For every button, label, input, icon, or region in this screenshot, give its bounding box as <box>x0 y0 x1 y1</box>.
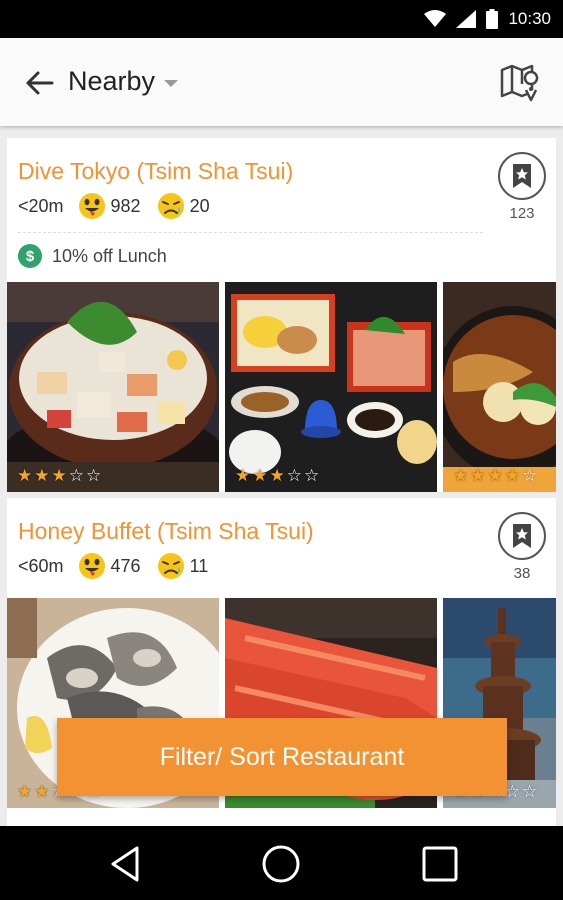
location-dropdown[interactable]: Nearby <box>68 66 179 97</box>
wifi-icon <box>424 10 447 27</box>
star-filled-icon: ★ <box>470 466 486 485</box>
rating-stars: ★ ★ ★ ★ ☆ <box>453 467 537 484</box>
distance: <20m <box>18 195 64 216</box>
sad-face-icon <box>157 553 184 579</box>
rating-stars: ★ ★ ★ ☆ ☆ <box>17 467 101 484</box>
distance: <60m <box>18 555 64 576</box>
happy-face-icon <box>78 193 105 219</box>
arrow-left-icon[interactable] <box>22 66 56 100</box>
star-filled-icon: ★ <box>269 466 285 485</box>
food-photo[interactable]: ★ ★ ★ ☆ ☆ <box>7 282 219 492</box>
star-filled-icon: ★ <box>51 466 67 485</box>
restaurant-meta: <20m 982 20 <box>18 192 226 220</box>
app-bar: Nearby <box>0 38 563 126</box>
star-filled-icon: ★ <box>17 466 33 485</box>
happy-face-icon <box>78 553 105 579</box>
star-filled-icon: ★ <box>235 466 251 485</box>
map-icon[interactable] <box>499 62 541 104</box>
star-empty-icon: ☆ <box>68 466 84 485</box>
deal-text: 10% off Lunch <box>52 245 167 266</box>
dollar-icon: $ <box>18 244 42 268</box>
restaurant-meta: <60m 476 11 <box>18 552 224 580</box>
sad-face-icon <box>157 193 184 219</box>
deal-offer[interactable]: $ 10% off Lunch <box>18 244 167 268</box>
photo-strip[interactable]: ★ ★ ★ ☆ ☆ ★ ★ ★ ☆ ☆ ★ ★ ★ ★ ☆ <box>7 282 556 492</box>
star-filled-icon: ★ <box>504 466 520 485</box>
star-filled-icon: ★ <box>34 466 50 485</box>
food-photo[interactable]: ★ ★ ★ ☆ ☆ <box>225 282 437 492</box>
star-empty-icon: ☆ <box>286 466 302 485</box>
nav-recents-icon[interactable] <box>420 844 460 884</box>
bookmark-count: 123 <box>509 205 535 222</box>
bookmark-button[interactable] <box>498 152 546 200</box>
divider <box>18 232 483 233</box>
nav-home-icon[interactable] <box>261 844 301 884</box>
star-filled-icon: ★ <box>17 782 33 801</box>
page-title: Nearby <box>68 66 156 96</box>
nav-back-icon[interactable] <box>105 844 145 884</box>
caret-down-icon <box>164 80 179 87</box>
dislikes-count: 11 <box>189 555 209 576</box>
bookmark-icon <box>513 524 531 548</box>
likes-count: 476 <box>110 555 141 576</box>
star-empty-icon: ☆ <box>504 782 520 801</box>
bookmark-icon <box>513 164 531 188</box>
star-filled-icon: ★ <box>487 466 503 485</box>
dislikes-count: 20 <box>189 195 210 216</box>
likes-count: 982 <box>110 195 141 216</box>
battery-icon <box>486 9 499 29</box>
restaurant-name[interactable]: Dive Tokyo (Tsim Sha Tsui) <box>18 158 293 185</box>
star-empty-icon: ☆ <box>86 466 102 485</box>
signal-icon <box>456 10 477 28</box>
restaurant-card[interactable]: Dive Tokyo (Tsim Sha Tsui) <20m 982 20 1… <box>7 138 556 492</box>
star-filled-icon: ★ <box>252 466 268 485</box>
bookmark-button[interactable] <box>498 512 546 560</box>
star-filled-icon: ★ <box>34 782 50 801</box>
star-empty-icon: ☆ <box>522 782 538 801</box>
status-time: 10:30 <box>508 9 551 28</box>
star-empty-icon: ☆ <box>522 466 538 485</box>
star-empty-icon: ☆ <box>304 466 320 485</box>
navigation-bar <box>0 826 563 900</box>
filter-sort-button[interactable]: Filter/ Sort Restaurant <box>57 718 507 796</box>
star-filled-icon: ★ <box>453 466 469 485</box>
rating-stars: ★ ★ ★ ☆ ☆ <box>235 467 319 484</box>
bookmark-count: 38 <box>513 565 531 582</box>
food-photo[interactable]: ★ ★ ★ ★ ☆ <box>443 282 556 492</box>
restaurant-name[interactable]: Honey Buffet (Tsim Sha Tsui) <box>18 518 314 545</box>
status-bar: 10:30 <box>0 0 563 38</box>
